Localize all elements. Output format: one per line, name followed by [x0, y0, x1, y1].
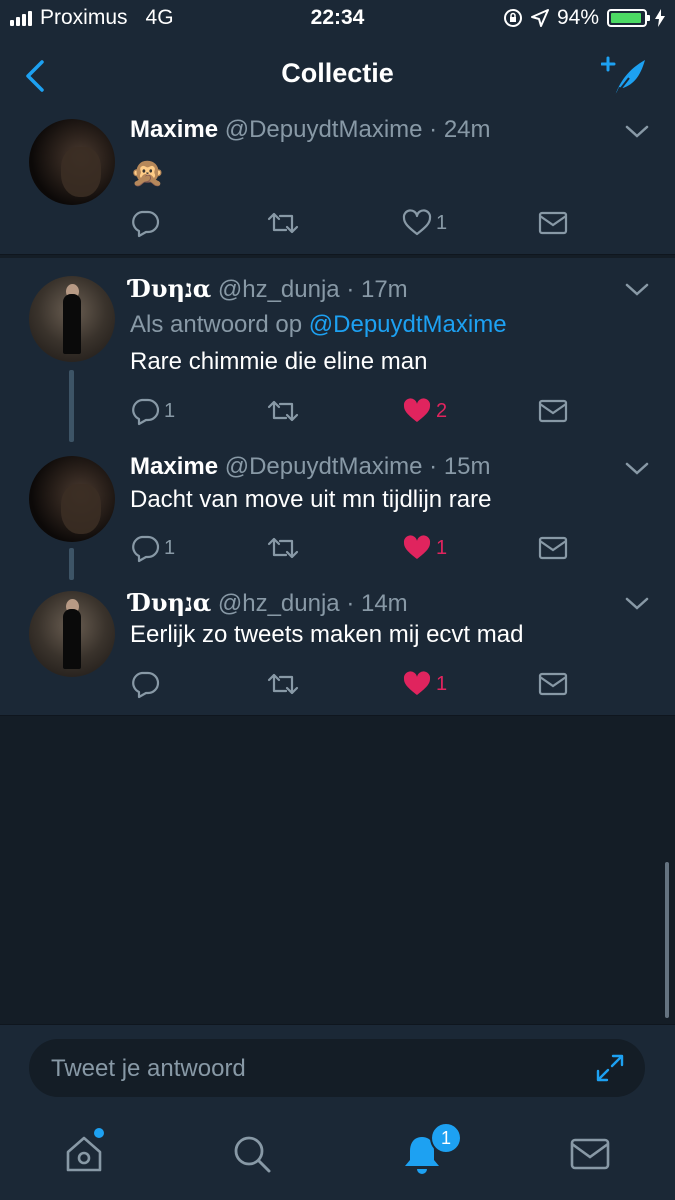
user-name[interactable]: Maxime — [130, 453, 218, 480]
tweet-time: · 15m — [429, 453, 491, 480]
envelope-icon — [538, 536, 568, 560]
heart-outline-icon — [402, 209, 432, 236]
orientation-lock-icon — [503, 9, 522, 27]
reply-placeholder: Tweet je antwoord — [51, 1055, 246, 1082]
reply-icon — [132, 671, 160, 699]
like-count: 1 — [436, 211, 448, 234]
tweet-text: 🙊 — [130, 157, 165, 188]
reply-to-link[interactable]: @DepuydtMaxime — [309, 311, 507, 338]
thread-line — [69, 548, 74, 580]
like-count: 1 — [436, 536, 448, 559]
tweet-header: Maxime @DepuydtMaxime · 24m — [130, 116, 491, 144]
direct-message-button[interactable] — [538, 669, 568, 699]
reply-prefix: Als antwoord op — [130, 311, 309, 338]
avatar[interactable] — [29, 591, 115, 677]
reply-icon — [132, 210, 160, 238]
envelope-icon — [538, 211, 568, 235]
chevron-down-icon[interactable] — [625, 596, 649, 612]
like-button[interactable]: 2 — [402, 396, 447, 426]
retweet-icon — [267, 673, 299, 695]
location-icon — [530, 9, 549, 27]
reply-button[interactable] — [130, 669, 164, 699]
battery-icon — [607, 9, 650, 27]
like-button[interactable]: 1 — [402, 669, 447, 699]
avatar[interactable] — [29, 276, 115, 362]
tweet-header: Ɗυηנα @hz_dunja · 14m — [130, 588, 408, 618]
reply-button[interactable]: 1 — [130, 533, 175, 563]
user-name[interactable]: Maxime — [130, 116, 218, 143]
retweet-button[interactable] — [266, 533, 300, 563]
user-name[interactable]: Ɗυηנα — [130, 274, 211, 303]
nav-bar: Collectie — [0, 38, 675, 114]
tweet[interactable]: Maxime @DepuydtMaxime · 24m 🙊 1 — [0, 114, 675, 255]
tweet-time: · 14m — [346, 590, 408, 617]
tweet-header: Maxime @DepuydtMaxime · 15m — [130, 453, 491, 481]
home-unread-dot — [94, 1128, 104, 1138]
chevron-down-icon[interactable] — [625, 282, 649, 298]
retweet-button[interactable] — [266, 669, 300, 699]
tweet-actions: 1 — [130, 208, 580, 238]
search-icon[interactable] — [230, 1132, 274, 1176]
reply-icon — [132, 398, 160, 426]
retweet-icon — [267, 537, 299, 559]
reply-icon — [132, 535, 160, 563]
thread-line — [69, 370, 74, 442]
tweet-text: Rare chimmie die eline man — [130, 348, 428, 375]
envelope-icon — [538, 672, 568, 696]
heart-filled-icon — [403, 535, 431, 559]
like-count: 2 — [436, 399, 448, 422]
retweet-icon — [267, 400, 299, 422]
tweet-time: · 17m — [346, 276, 408, 303]
battery-percent: 94% — [556, 6, 599, 29]
status-bar-right: 94% — [503, 6, 665, 30]
reply-button[interactable] — [130, 208, 164, 238]
heart-filled-icon — [403, 398, 431, 422]
user-handle: @hz_dunja — [217, 276, 340, 303]
tweet-time: · 24m — [429, 116, 491, 143]
chevron-down-icon[interactable] — [625, 461, 649, 477]
tweet-actions: 1 2 — [130, 396, 580, 426]
tab-bar: 1 — [0, 1110, 675, 1200]
chevron-down-icon[interactable] — [625, 124, 649, 140]
heart-filled-icon — [403, 671, 431, 695]
tweet-thread: Ɗυηנα @hz_dunja · 17m Als antwoord op @D… — [0, 258, 675, 716]
reply-bar: Tweet je antwoord — [0, 1024, 675, 1111]
tweet-header: Ɗυηנα @hz_dunja · 17m — [130, 274, 408, 304]
reply-button[interactable]: 1 — [130, 396, 175, 426]
retweet-button[interactable] — [266, 396, 300, 426]
reply-count: 1 — [164, 536, 176, 559]
reply-input[interactable]: Tweet je antwoord — [29, 1039, 645, 1097]
expand-icon[interactable] — [595, 1053, 625, 1083]
user-handle: @hz_dunja — [217, 590, 340, 617]
direct-message-button[interactable] — [538, 533, 568, 563]
tweet-actions: 1 1 — [130, 533, 580, 563]
retweet-icon — [267, 212, 299, 234]
tweet-text: Eerlijk zo tweets maken mij ecvt mad — [130, 621, 524, 648]
reply-context: Als antwoord op @DepuydtMaxime — [130, 311, 507, 339]
messages-icon[interactable] — [568, 1132, 612, 1176]
status-bar: Proximus 4G 22:34 94% — [0, 0, 675, 38]
like-count: 1 — [436, 672, 448, 695]
reply-count: 1 — [164, 399, 176, 422]
direct-message-button[interactable] — [538, 208, 568, 238]
avatar[interactable] — [29, 456, 115, 542]
envelope-icon — [538, 399, 568, 423]
tweet-text: Dacht van move uit mn tijdlijn rare — [130, 486, 492, 513]
page-title: Collectie — [281, 58, 394, 88]
notification-badge: 1 — [430, 1122, 462, 1154]
compose-tweet-icon[interactable] — [601, 54, 649, 98]
avatar[interactable] — [29, 119, 115, 205]
direct-message-button[interactable] — [538, 396, 568, 426]
user-name[interactable]: Ɗυηנα — [130, 588, 211, 617]
like-button[interactable]: 1 — [402, 533, 447, 563]
like-button[interactable]: 1 — [402, 208, 447, 238]
retweet-button[interactable] — [266, 208, 300, 238]
tweet-actions: 1 — [130, 669, 580, 699]
charging-icon — [655, 9, 665, 27]
home-icon[interactable] — [62, 1132, 106, 1176]
scrollbar[interactable] — [665, 862, 669, 1018]
user-handle: @DepuydtMaxime — [224, 453, 423, 480]
user-handle: @DepuydtMaxime — [224, 116, 423, 143]
